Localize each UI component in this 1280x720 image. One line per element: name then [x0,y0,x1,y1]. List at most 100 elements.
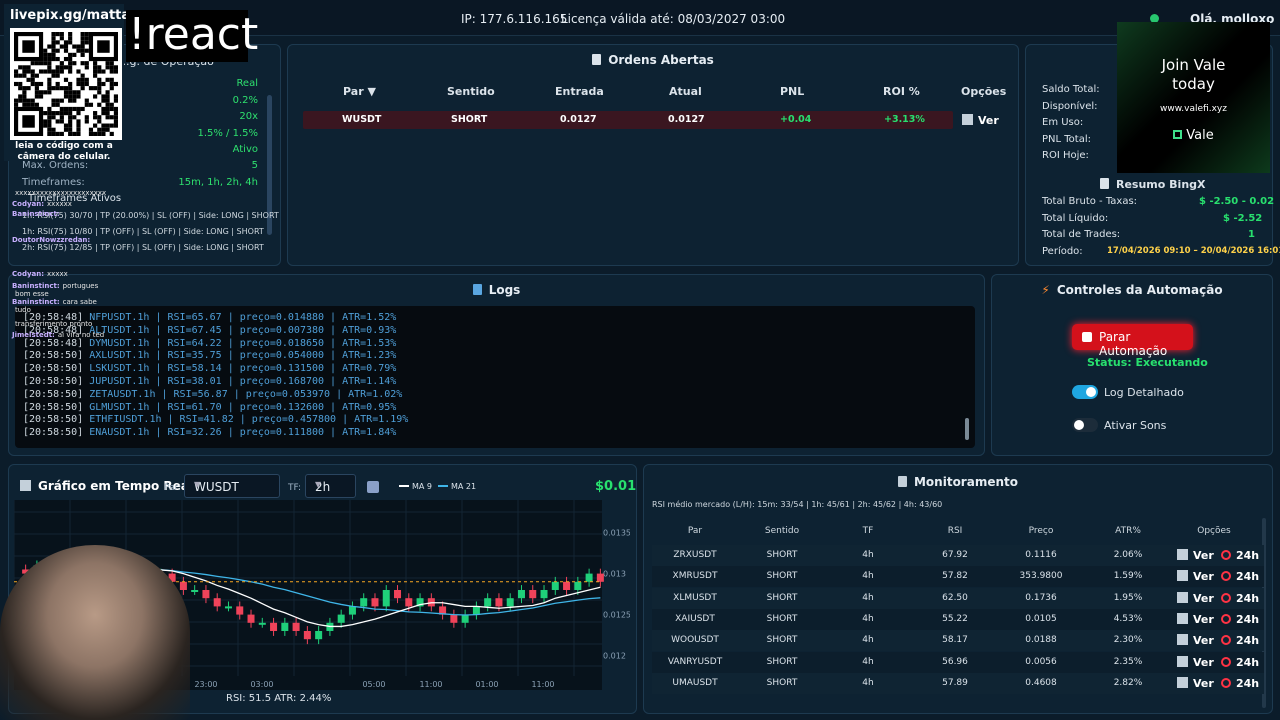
block-icon [1221,635,1231,646]
block-icon [1221,677,1231,688]
candle-body [315,631,323,640]
chat-message: Baninstinct: cara sabe [12,298,97,306]
order-row[interactable]: WUSDT SHORT 0.0127 0.0127 +0.04 +3.13% [303,111,953,129]
chat-text: xxxxx [47,270,68,278]
log-detail-label: Log Detalhado [1104,386,1184,399]
chat-message: Baninstinct: [12,210,63,218]
block-24h-button[interactable]: 24h [1221,613,1259,626]
monitor-view-button[interactable]: Ver [1177,655,1214,669]
block-24h-button[interactable]: 24h [1221,570,1259,583]
ma9-legend: MA 9 [399,482,432,491]
monitor-cell: SHORT [766,571,798,582]
chart-icon [1177,612,1188,624]
col-atual: Atual [669,85,702,98]
monitor-row[interactable]: XAIUSDT SHORT 4h 55.22 0.0105 4.53% [652,608,1264,630]
col-entrada: Entrada [555,85,604,98]
candle-body [484,598,492,607]
block-24h-button[interactable]: 24h [1221,634,1259,647]
monitor-cell: 2.35% [1113,656,1143,667]
block-icon [1221,571,1231,582]
candle-body [540,590,548,599]
resumo-value: $ -2.52 [1223,212,1263,224]
candle-body [224,606,232,609]
monitor-cell: XAIUSDT [675,613,715,624]
block-24h-button[interactable]: 24h [1221,549,1259,562]
timeframe-line: 1h: RSI(75) 10/80 | TP (OFF) | SL (OFF) … [22,227,264,236]
sound-toggle[interactable] [1072,418,1098,432]
refresh-icon[interactable] [367,481,379,493]
col-par[interactable]: Par ▼ [343,85,376,98]
ad-brand-text: Vale [1186,128,1214,143]
monitor-view-label: Ver [1193,549,1214,562]
config-value: 1.5% / 1.5% [197,128,258,139]
monitor-row[interactable]: WOOUSDT SHORT 4h 58.17 0.0188 2.30% [652,630,1264,652]
candle-body [472,606,480,615]
monitor-col-header: ATR% [1115,526,1141,536]
monitor-cell: 1.95% [1113,592,1143,603]
monitor-view-button[interactable]: Ver [1177,676,1214,690]
block-24h-button[interactable]: 24h [1221,677,1259,690]
balance-row: Saldo Total: [1042,84,1100,95]
chat-text: transferimento pronto [15,320,93,328]
license-info: Licença válida até: 08/03/2027 03:00 [561,12,786,26]
monitor-row[interactable]: XMRUSDT SHORT 4h 57.82 353.9800 1.59% [652,566,1264,588]
chat-user: DoutorNowzzredan: [12,236,91,244]
chat-user: Codyan: [12,200,45,208]
candle-body [551,581,559,590]
balance-key: Disponível: [1042,100,1098,112]
monitor-row[interactable]: ZRXUSDT SHORT 4h 67.92 0.1116 2.06% [652,545,1264,566]
chart-icon [1177,570,1188,582]
monitor-col-header[interactable]: Par [688,526,702,536]
monitor-view-button[interactable]: Ver [1177,591,1214,605]
resumo-key: Total Bruto - Taxas: [1042,196,1138,207]
resumo-title: Resumo BingX [1100,177,1206,191]
candle-body [596,573,604,582]
bolt-icon: ⚡ [1041,283,1050,297]
log-console[interactable]: [20:58:48] NFPUSDT.1h | RSI=65.67 | preç… [15,306,975,448]
block-24h-button[interactable]: 24h [1221,656,1259,669]
candle-body [574,581,582,590]
log-detail-toggle[interactable] [1072,385,1098,399]
candle-body [179,581,187,590]
timeframe-select[interactable]: 2h ▼ [305,474,356,498]
order-view-button[interactable]: Ver [962,114,999,127]
automation-status: Status: Executando [1087,356,1208,369]
chat-user: Baninstinct: [12,282,60,290]
order-entrada: 0.0127 [560,114,597,125]
monitor-cell: ZRXUSDT [673,550,717,560]
monitor-view-label: Ver [1193,570,1214,584]
log-message: LSKUSDT.1h | RSI=58.14 | preço=0.131500 … [83,363,397,375]
monitor-row[interactable]: UMAUSDT SHORT 4h 57.89 0.4608 2.82% [652,672,1264,694]
monitor-view-button[interactable]: Ver [1177,570,1214,583]
chat-message: transferimento pronto [12,320,92,328]
chat-message: DoutorNowzzredan: [12,236,93,244]
resumo-title-text: Resumo BingX [1116,178,1206,191]
block-icon [1221,592,1231,603]
log-scrollbar[interactable] [965,418,969,440]
chat-user: Jimelstedt: [12,331,55,339]
balance-key: PNL Total: [1042,133,1091,145]
monitor-view-button[interactable]: Ver [1177,634,1214,647]
block-icon [1221,656,1231,667]
monitor-cell: 55.22 [942,613,968,624]
automation-title: ⚡ Controles da Automação [992,283,1272,297]
orders-panel: Ordens Abertas [287,44,1019,266]
qr-caption: leia o código com a câmera do celular. [15,141,113,162]
candle-body [236,606,244,615]
pair-select[interactable]: WUSDT ▼ [184,474,280,498]
block-24h-button[interactable]: 24h [1221,592,1259,605]
chat-text: xxxxxxxxxxxxxxxxxxxxxx [15,189,107,197]
order-sentido: SHORT [451,114,488,125]
balance-row: Em Uso: [1042,117,1083,128]
monitor-row[interactable]: VANRYUSDT SHORT 4h 56.96 0.0056 2.35% [652,651,1264,673]
caret-down-icon: ▼ [315,480,322,489]
monitor-view-button[interactable]: Ver [1177,612,1214,626]
stop-automation-button[interactable]: Parar Automação [1072,324,1193,358]
monitor-view-button[interactable]: Ver [1177,549,1214,562]
config-value: 20x [239,111,258,122]
resumo-value: 1 [1248,229,1255,240]
monitor-col-header: Sentido [764,526,800,536]
log-message: AXLUSDT.1h | RSI=35.75 | preço=0.054000 … [83,350,397,362]
monitor-row[interactable]: XLMUSDT SHORT 4h 62.50 0.1736 1.95% [652,587,1264,609]
ad-brand: Vale [1117,128,1270,143]
